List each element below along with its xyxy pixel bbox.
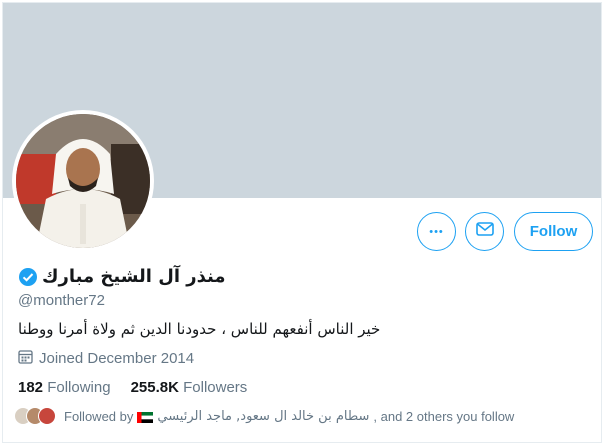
followers-count: 255.8K: [130, 379, 179, 396]
following-label: Following: [47, 379, 111, 396]
more-icon: •••: [429, 225, 444, 238]
followed-by-prefix: Followed by: [64, 408, 134, 424]
following-count: 182: [18, 379, 44, 396]
verified-badge-icon: [18, 267, 38, 287]
profile-stats: 182 Following 255.8K Followers: [18, 379, 247, 396]
followers-label: Followers: [183, 379, 248, 396]
follower-avatars: [14, 407, 56, 425]
following-link[interactable]: 182 Following: [18, 379, 111, 396]
message-button[interactable]: [465, 212, 504, 251]
calendar-icon: [18, 349, 33, 368]
joined-label: Joined December 2014: [39, 350, 195, 367]
display-name: منذر آل الشيخ مبارك: [42, 266, 226, 287]
profile-avatar[interactable]: [12, 110, 154, 252]
joined-date: Joined December 2014: [18, 349, 194, 368]
more-options-button[interactable]: •••: [417, 212, 456, 251]
profile-handle: @monther72: [18, 292, 105, 309]
uae-flag-icon: [137, 411, 154, 423]
followed-by-suffix: , and 2 others you follow: [373, 408, 515, 424]
avatar-photo: [16, 114, 150, 248]
follow-button[interactable]: Follow: [514, 212, 593, 251]
profile-name-row: منذر آل الشيخ مبارك: [18, 266, 226, 287]
followers-link[interactable]: 255.8K Followers: [131, 379, 248, 396]
followed-by-row[interactable]: Followed by سطام بن خالد ال سعود, ماجد ا…: [14, 407, 514, 425]
follower-avatar: [38, 407, 56, 425]
followed-by-names: سطام بن خالد ال سعود, ماجد الرئيسي: [157, 408, 370, 424]
mail-icon: [475, 222, 494, 241]
profile-bio: خير الناس أنفعهم للناس ، حدودنا الدين ثم…: [18, 320, 381, 338]
